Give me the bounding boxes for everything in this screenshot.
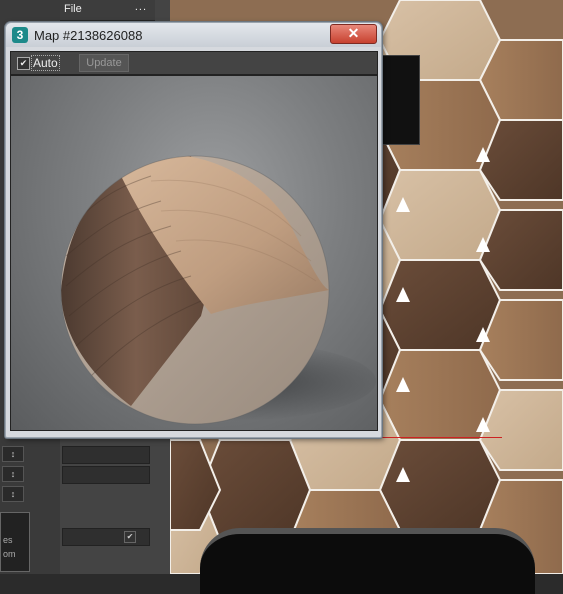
- auto-checkbox[interactable]: ✔: [17, 57, 30, 70]
- scene-object-bottom: [200, 528, 535, 594]
- window-title: Map #2138626088: [34, 28, 143, 43]
- spinner-2[interactable]: ↕: [2, 466, 24, 482]
- map-preview-window[interactable]: 3 Map #2138626088 ✕ ✔ Auto Update: [5, 22, 382, 438]
- preview-toolbar: ✔ Auto Update: [10, 51, 378, 75]
- file-menu-more[interactable]: ...: [135, 1, 147, 13]
- param-row-3[interactable]: [62, 528, 150, 546]
- param-row-1[interactable]: [62, 446, 150, 464]
- auto-label[interactable]: Auto: [31, 55, 60, 71]
- param-checkbox[interactable]: ✔: [124, 531, 136, 543]
- material-preview-viewport: [10, 75, 378, 431]
- selection-edge-line: [380, 437, 502, 438]
- file-menu-bar[interactable]: File ...: [60, 0, 155, 21]
- rollout-text-2: om: [3, 549, 16, 559]
- dark-object: [378, 55, 420, 145]
- rollout-panel: es om: [0, 512, 30, 572]
- param-row-2[interactable]: [62, 466, 150, 484]
- wood-sphere-preview: [60, 155, 376, 425]
- window-title-bar[interactable]: 3 Map #2138626088 ✕: [6, 23, 381, 47]
- file-menu[interactable]: File: [64, 3, 82, 15]
- spinner-3[interactable]: ↕: [2, 486, 24, 502]
- rollout-text-1: es: [3, 535, 13, 545]
- spinner-1[interactable]: ↕: [2, 446, 24, 462]
- app-3dsmax-icon: 3: [12, 27, 28, 43]
- close-button[interactable]: ✕: [330, 24, 377, 44]
- update-button[interactable]: Update: [79, 54, 129, 72]
